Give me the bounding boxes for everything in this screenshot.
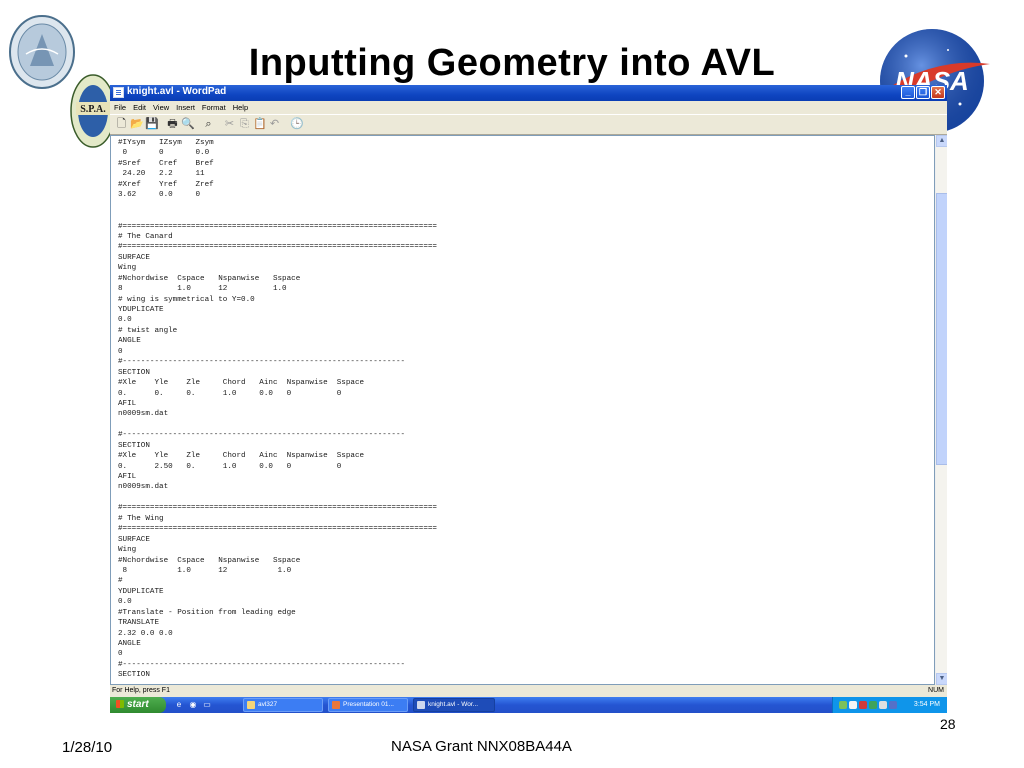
menu-bar: File Edit View Insert Format Help [110,101,947,114]
print-icon[interactable]: 🖶 [166,118,179,131]
close-button[interactable]: ✕ [931,86,945,99]
window-title: knight.avl - WordPad [127,86,227,97]
taskbar-item-wordpad[interactable]: knight.avl - Wor... [413,698,495,712]
status-bar: For Help, press F1 NUM [110,685,947,697]
menu-edit[interactable]: Edit [133,101,146,114]
start-label: start [127,699,149,710]
date-time-icon[interactable]: 🕒 [290,118,304,131]
scroll-down-button[interactable]: ▼ [936,673,947,685]
tray-icon-6[interactable] [889,701,897,709]
slide-number: 28 [940,716,956,732]
wordpad-window: knight.avl - WordPad _ ❐ ✕ File Edit View I… [110,85,947,713]
undo-icon[interactable]: ↶ [268,118,281,131]
vertical-scrollbar[interactable]: ▲ ▼ [935,135,947,685]
menu-format[interactable]: Format [202,101,226,114]
system-tray: 3:54 PM [832,697,947,713]
find-icon[interactable]: ⌕ [202,118,215,131]
title-bar[interactable]: knight.avl - WordPad _ ❐ ✕ [110,85,947,101]
scroll-thumb[interactable] [936,193,947,465]
folder-icon [247,701,255,709]
slide-title: Inputting Geometry into AVL [248,42,776,84]
toolbar: 🗋 📂 💾 🖶 🔍 ⌕ ✂ ⎘ 📋 ↶ 🕒 [110,114,947,135]
menu-help[interactable]: Help [233,101,248,114]
windows-flag-icon [116,700,124,708]
document-area[interactable]: #IYsym IZsym Zsym 0 0 0.0 #Sref Cref Bre… [110,135,935,685]
wordpad-app-icon[interactable] [113,87,124,98]
new-icon[interactable]: 🗋 [115,118,128,131]
ie-icon[interactable]: e [174,700,184,710]
tray-icon-3[interactable] [859,701,867,709]
document-text[interactable]: #IYsym IZsym Zsym 0 0 0.0 #Sref Cref Bre… [111,136,934,681]
menu-insert[interactable]: Insert [176,101,195,114]
spa-logo-text: S.P.A. [80,104,106,115]
taskbar-item-avl327[interactable]: avl327 [243,698,323,712]
tray-icon-5[interactable] [879,701,887,709]
seal-logo [9,15,75,89]
print-preview-icon[interactable]: 🔍 [181,118,195,131]
taskbar: start e ◉ ▭ avl327 Presentation 01... kn… [110,697,947,713]
slide-footer: NASA Grant NNX08BA44A [391,738,572,755]
save-icon[interactable]: 💾 [145,118,159,131]
maximize-button[interactable]: ❐ [916,86,930,99]
copy-icon[interactable]: ⎘ [238,118,251,131]
tray-icon-1[interactable] [839,701,847,709]
scroll-up-button[interactable]: ▲ [936,135,947,147]
menu-file[interactable]: File [114,101,126,114]
wordpad-icon [417,701,425,709]
tray-icon-2[interactable] [849,701,857,709]
status-num-indicator: NUM [928,687,944,694]
cut-icon[interactable]: ✂ [223,118,236,131]
folder-icon[interactable]: ▭ [202,700,212,710]
powerpoint-icon [332,701,340,709]
paste-icon[interactable]: 📋 [253,118,267,131]
start-button[interactable]: start [110,697,166,713]
tray-icon-4[interactable] [869,701,877,709]
minimize-button[interactable]: _ [901,86,915,99]
tray-clock[interactable]: 3:54 PM [914,697,940,713]
slide-date: 1/28/10 [62,739,113,756]
menu-view[interactable]: View [153,101,169,114]
media-icon[interactable]: ◉ [188,700,198,710]
status-help-text: For Help, press F1 [112,687,170,694]
taskbar-item-presentation[interactable]: Presentation 01... [328,698,408,712]
open-icon[interactable]: 📂 [130,118,144,131]
